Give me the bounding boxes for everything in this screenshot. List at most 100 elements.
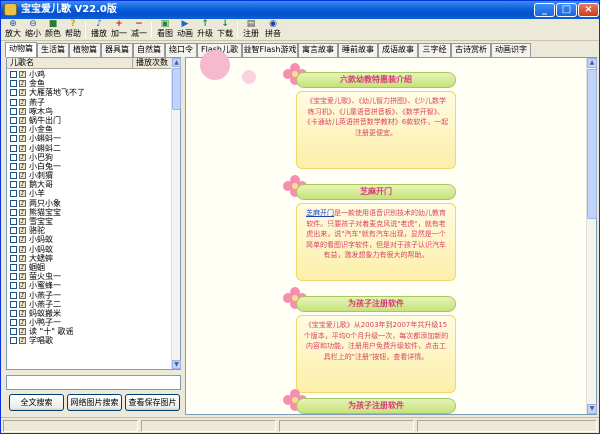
color-button[interactable]: ■ 颜色 <box>43 20 63 40</box>
maximize-button[interactable]: □ <box>556 3 577 17</box>
song-row[interactable]: ♪ 小燕子二 <box>7 300 172 309</box>
song-checkbox[interactable] <box>10 71 17 78</box>
minimize-button[interactable]: _ <box>534 3 555 17</box>
song-row[interactable]: ♪ 小羊 <box>7 189 172 198</box>
view-saved-images-button[interactable]: 查看保存图片 <box>125 394 180 411</box>
tab-animated-characters[interactable]: 动画识字 <box>491 43 531 57</box>
zoom-out-button[interactable]: ⊖ 缩小 <box>23 20 43 40</box>
song-checkbox[interactable] <box>10 126 17 134</box>
zoom-in-button[interactable]: ⊕ 放大 <box>3 20 23 40</box>
minus-one-button[interactable]: − 减一 <box>129 20 149 40</box>
song-row[interactable]: ♪ 学唱歌 <box>7 336 172 345</box>
song-row[interactable]: ♪ 大雁落地飞不了 <box>7 88 172 97</box>
song-row[interactable]: ♪ 小鸡 <box>7 70 172 79</box>
tab-ancient-poems[interactable]: 古诗赏析 <box>451 43 491 57</box>
song-row[interactable]: ♪ 小蜜蜂一 <box>7 281 172 290</box>
tab-life[interactable]: 生活篇 <box>37 43 69 57</box>
song-row[interactable]: ♪ 小蝌蚪一 <box>7 134 172 143</box>
tab-tongue-twisters[interactable]: 绕口令 <box>165 43 197 57</box>
song-checkbox[interactable] <box>10 282 17 290</box>
song-checkbox[interactable] <box>10 309 17 317</box>
song-checkbox[interactable] <box>10 80 17 88</box>
tab-bedtime-stories[interactable]: 睡前故事 <box>338 43 378 57</box>
scroll-down-icon[interactable]: ▼ <box>587 404 597 414</box>
song-checkbox[interactable] <box>10 153 17 161</box>
song-row[interactable]: ♪ 骆驼 <box>7 226 172 235</box>
song-checkbox[interactable] <box>10 218 17 225</box>
pinyin-button[interactable]: ◉ 拼音 <box>263 20 283 40</box>
song-row[interactable]: ♪ 小刺猬 <box>7 171 172 180</box>
song-row[interactable]: ♪ 小巴狗 <box>7 153 172 162</box>
song-row[interactable]: ♪ 萤火虫一 <box>7 272 172 281</box>
search-input[interactable] <box>6 375 181 390</box>
song-row[interactable]: ♪ 小鸭子一 <box>7 318 172 327</box>
song-row[interactable]: ♪ 两只小象 <box>7 199 172 208</box>
play-button[interactable]: ♪ 播放 <box>89 20 109 40</box>
fulltext-search-button[interactable]: 全文搜索 <box>9 394 64 411</box>
song-checkbox[interactable] <box>10 328 17 336</box>
song-checkbox[interactable] <box>10 135 17 143</box>
song-row[interactable]: ♪ 蚂蚁搬米 <box>7 309 172 318</box>
scroll-up-icon[interactable]: ▲ <box>587 58 597 68</box>
song-row[interactable]: ♪ 啄木鸟 <box>7 107 172 116</box>
net-image-search-button[interactable]: 网络图片搜索 <box>67 394 122 411</box>
song-checkbox[interactable] <box>10 162 17 170</box>
song-checkbox[interactable] <box>10 319 17 327</box>
song-checkbox[interactable] <box>10 227 17 235</box>
song-row[interactable]: ♪ 小白兔一 <box>7 162 172 171</box>
song-checkbox[interactable] <box>10 172 17 180</box>
title-bar[interactable]: 宝宝爱儿歌 V22.0版 _ □ × <box>1 1 599 19</box>
song-checkbox[interactable] <box>10 208 17 216</box>
upgrade-button[interactable]: ↑ 升级 <box>195 20 215 40</box>
song-row[interactable]: ♪ 雪宝宝 <box>7 217 172 226</box>
tab-idiom-stories[interactable]: 成语故事 <box>378 43 418 57</box>
song-row[interactable]: ♪ 小金鱼 <box>7 125 172 134</box>
song-checkbox[interactable] <box>10 116 17 124</box>
song-row[interactable]: ♪ 小燕子一 <box>7 291 172 300</box>
song-row[interactable]: ♪ 小蝌蚪二 <box>7 144 172 153</box>
scroll-thumb[interactable] <box>587 69 597 219</box>
tab-nature[interactable]: 自然篇 <box>133 43 165 57</box>
song-row[interactable]: ♪ 大蟋蟀 <box>7 254 172 263</box>
song-checkbox[interactable] <box>10 98 17 106</box>
tab-plants[interactable]: 植物篇 <box>69 43 101 57</box>
song-row[interactable]: ♪ 金鱼 <box>7 79 172 88</box>
animation-button[interactable]: ▶ 动画 <box>175 20 195 40</box>
info-panel-scrollbar[interactable]: ▲ ▼ <box>586 58 597 414</box>
add-one-button[interactable]: + 加一 <box>109 20 129 40</box>
song-checkbox[interactable] <box>10 181 17 189</box>
song-checkbox[interactable] <box>10 199 17 207</box>
song-checkbox[interactable] <box>10 300 17 308</box>
tab-three-character-classic[interactable]: 三字经 <box>418 43 451 57</box>
song-row[interactable]: ♪ 熊猫宝宝 <box>7 208 172 217</box>
song-checkbox[interactable] <box>10 236 17 244</box>
song-checkbox[interactable] <box>10 337 17 345</box>
view-picture-button[interactable]: ▣ 看图 <box>155 20 175 40</box>
column-name-header[interactable]: 儿歌名 <box>10 58 34 68</box>
tab-flash-games[interactable]: 益智Flash游戏 <box>242 43 298 57</box>
song-checkbox[interactable] <box>10 144 17 152</box>
song-checkbox[interactable] <box>10 273 17 281</box>
download-button[interactable]: ↓ 下载 <box>215 20 235 40</box>
song-row[interactable]: ♪ 燕子 <box>7 98 172 107</box>
song-checkbox[interactable] <box>10 254 17 262</box>
song-row[interactable]: ♪ 蜗牛出门 <box>7 116 172 125</box>
tab-utensils[interactable]: 器具篇 <box>101 43 133 57</box>
song-checkbox[interactable] <box>10 107 17 115</box>
scroll-down-icon[interactable]: ▼ <box>172 360 181 369</box>
song-checkbox[interactable] <box>10 89 17 97</box>
help-button[interactable]: ? 帮助 <box>63 20 83 40</box>
song-row[interactable]: ♪ 小蚂蚁 <box>7 235 172 244</box>
song-list-scrollbar[interactable]: ▲ ▼ <box>171 58 181 369</box>
card-link[interactable]: 芝麻开门 <box>306 209 334 217</box>
song-checkbox[interactable] <box>10 190 17 198</box>
scroll-up-icon[interactable]: ▲ <box>172 58 181 67</box>
tab-animals[interactable]: 动物篇 <box>5 42 37 57</box>
tab-fables[interactable]: 寓言故事 <box>298 43 338 57</box>
register-button[interactable]: ▤ 注册 <box>241 20 261 40</box>
song-row[interactable]: ♪ 蝈蝈 <box>7 263 172 272</box>
song-row[interactable]: ♪ 小蚂蚁 <box>7 245 172 254</box>
song-checkbox[interactable] <box>10 263 17 271</box>
song-checkbox[interactable] <box>10 291 17 299</box>
column-count-header[interactable]: 播放次数 <box>132 58 168 68</box>
